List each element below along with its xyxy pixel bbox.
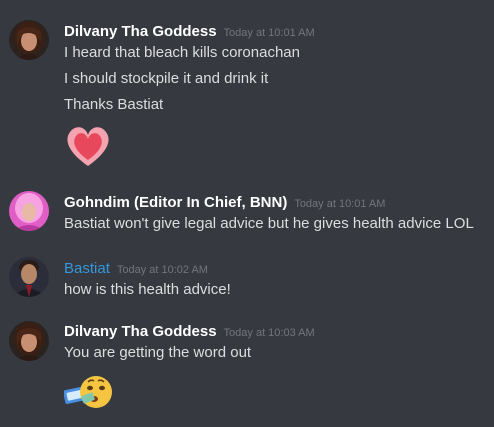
avatar[interactable] <box>9 321 49 361</box>
message-text: I should stockpile it and drink it <box>64 70 269 87</box>
timestamp: Today at 10:03 AM <box>223 327 315 339</box>
author-name[interactable]: Gohndim (Editor In Chief, BNN) <box>64 194 287 211</box>
money-face-emoji-icon[interactable] <box>63 372 114 417</box>
message-text: I heard that bleach kills coronachan <box>64 44 300 61</box>
avatar[interactable] <box>9 20 49 60</box>
message-text: Bastiat won't give legal advice but he g… <box>64 215 474 232</box>
heartpulse-emoji-icon[interactable] <box>64 122 112 175</box>
timestamp: Today at 10:01 AM <box>294 198 386 210</box>
message-text: Thanks Bastiat <box>64 96 164 113</box>
avatar[interactable] <box>9 191 49 231</box>
author-name[interactable]: Bastiat <box>64 260 110 277</box>
author-name[interactable]: Dilvany Tha Goddess <box>64 323 217 340</box>
timestamp: Today at 10:02 AM <box>116 264 208 276</box>
timestamp: Today at 10:01 AM <box>223 27 315 39</box>
message-text: You are getting the word out <box>64 344 252 361</box>
message-text: how is this health advice! <box>64 281 231 298</box>
author-name[interactable]: Dilvany Tha Goddess <box>64 23 217 40</box>
avatar[interactable] <box>9 257 49 297</box>
